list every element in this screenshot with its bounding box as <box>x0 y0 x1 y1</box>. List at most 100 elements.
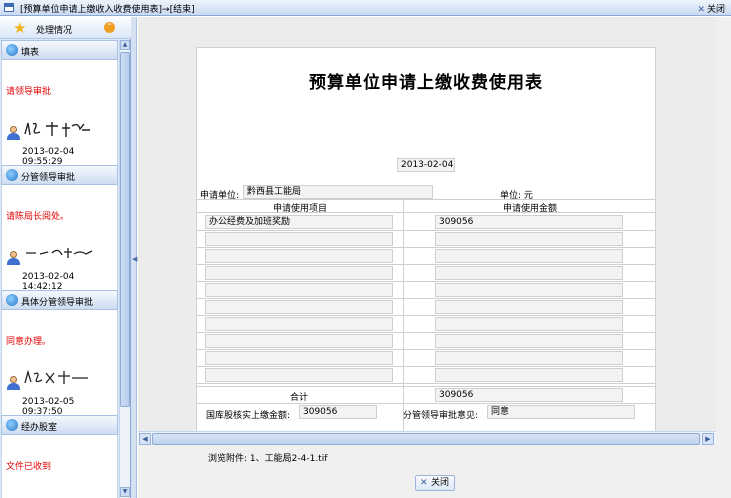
step-body: 同意办理。 2013-02-05 09:37:50 <box>1 310 118 417</box>
window-close-button[interactable]: ✕ 关闭 <box>697 2 725 15</box>
step-list: 填表 请领导审批 2013-02-04 09:55:29 分管领导审批 请陈局长… <box>1 40 118 498</box>
close-icon: ✕ <box>420 478 428 488</box>
row-amount-field[interactable] <box>435 317 623 331</box>
total-label: 合计 <box>290 393 309 403</box>
window-titlebar: [预算单位申请上缴收入收费使用表]→[结束] ✕ 关闭 <box>0 0 731 16</box>
document-hscroll-thumb[interactable] <box>152 433 700 445</box>
step-body: 请陈局长阅处。 2013-02-04 14:42:12 <box>1 185 118 292</box>
row-amount-field[interactable]: 309056 <box>435 215 623 229</box>
step-opinion: 同意办理。 <box>6 337 52 347</box>
table-rule <box>197 281 655 282</box>
total-field[interactable]: 309056 <box>435 388 623 402</box>
processing-panel: ★ 处理情况 ⌃ 填表 请领导审批 2013-02-04 09:55:29 分管… <box>0 17 131 498</box>
table-rule <box>197 403 655 404</box>
table-rule <box>197 332 655 333</box>
step-header[interactable]: 填表 <box>1 40 118 60</box>
step-body: 文件已收到 <box>1 435 118 498</box>
sidebar-scrollbar[interactable]: ▲ ▼ <box>119 40 130 498</box>
collapse-icon[interactable]: ⌃ <box>104 22 115 33</box>
sidebar-scroll-thumb[interactable] <box>120 52 130 407</box>
row-amount-field[interactable] <box>435 368 623 382</box>
column-header-item: 申请使用项目 <box>273 204 328 214</box>
unit-field[interactable]: 黔西县工能局 <box>243 185 433 199</box>
signature-image <box>24 369 88 384</box>
row-item-field[interactable] <box>205 351 393 365</box>
row-amount-field[interactable] <box>435 351 623 365</box>
scroll-up-icon[interactable]: ▲ <box>120 40 130 50</box>
step-time: 2013-02-04 09:55:29 <box>22 147 75 167</box>
form-title: 预算单位申请上缴收费使用表 <box>309 73 543 93</box>
attachments-label: 浏览附件: <box>208 454 248 464</box>
table-rule <box>197 264 655 265</box>
row-amount-field[interactable] <box>435 249 623 263</box>
row-amount-field[interactable] <box>435 300 623 314</box>
table-rule <box>197 315 655 316</box>
step-title: 分管领导审批 <box>21 173 76 183</box>
step-header[interactable]: 经办股室 <box>1 415 118 435</box>
step-opinion: 文件已收到 <box>6 462 52 472</box>
table-rule <box>197 212 655 213</box>
window-title: [预算单位申请上缴收入收费使用表]→[结束] <box>20 5 195 15</box>
row-item-field[interactable] <box>205 334 393 348</box>
signature-image <box>26 248 93 258</box>
globe-icon <box>6 294 18 306</box>
user-icon <box>7 376 20 390</box>
globe-icon <box>6 44 18 56</box>
close-button[interactable]: ✕ 关闭 <box>415 475 455 491</box>
table-rule <box>197 230 655 231</box>
scroll-right-icon[interactable]: ▶ <box>702 433 714 445</box>
table-rule <box>197 383 655 384</box>
row-item-field[interactable] <box>205 368 393 382</box>
table-rule <box>197 298 655 299</box>
row-item-field[interactable] <box>205 232 393 246</box>
row-item-field[interactable] <box>205 300 393 314</box>
step-header[interactable]: 具体分管领导审批 <box>1 290 118 310</box>
step-title: 经办股室 <box>21 423 58 433</box>
scroll-left-icon[interactable]: ◀ <box>139 433 151 445</box>
window-close-label: 关闭 <box>706 5 725 15</box>
attachments-row: 浏览附件: 1、工能局2-4-1.tif <box>208 451 327 464</box>
treasury-field[interactable]: 309056 <box>299 405 377 419</box>
date-field[interactable]: 2013-02-04 <box>397 158 455 172</box>
step-opinion: 请陈局长阅处。 <box>6 212 70 222</box>
row-item-field[interactable]: 办公经费及加班奖励 <box>205 215 393 229</box>
processing-panel-header: ★ 处理情况 ⌃ <box>0 17 131 39</box>
panel-splitter[interactable]: ◀ <box>131 17 137 498</box>
row-item-field[interactable] <box>205 266 393 280</box>
globe-icon <box>6 169 18 181</box>
table-rule <box>197 366 655 367</box>
table-rule <box>197 199 655 200</box>
processing-header-label: 处理情况 <box>36 26 73 36</box>
row-item-field[interactable] <box>205 283 393 297</box>
step-body: 请领导审批 2013-02-04 09:55:29 <box>1 60 118 167</box>
table-rule <box>197 247 655 248</box>
user-icon <box>7 251 20 265</box>
leader-opinion-label: 分管领导审批意见: <box>403 411 479 421</box>
row-amount-field[interactable] <box>435 283 623 297</box>
chevron-left-icon[interactable]: ◀ <box>132 255 137 263</box>
treasury-label: 国库股核实上缴金额: <box>206 411 291 421</box>
attachment-link[interactable]: 1、工能局2-4-1.tif <box>250 454 327 464</box>
step-opinion: 请领导审批 <box>6 87 52 97</box>
column-header-amount: 申请使用金额 <box>503 204 558 214</box>
main-content: 预算单位申请上缴收费使用表 2013-02-04 申请单位: 黔西县工能局 单位… <box>138 17 731 498</box>
row-item-field[interactable] <box>205 317 393 331</box>
row-item-field[interactable] <box>205 249 393 263</box>
user-icon <box>7 126 20 140</box>
table-rule <box>197 386 655 387</box>
step-time: 2013-02-04 14:42:12 <box>22 272 75 292</box>
star-icon: ★ <box>13 19 27 37</box>
close-icon: ✕ <box>697 5 705 15</box>
close-button-label: 关闭 <box>430 478 449 488</box>
row-amount-field[interactable] <box>435 266 623 280</box>
row-amount-field[interactable] <box>435 334 623 348</box>
document-horizontal-scrollbar[interactable]: ◀ ▶ <box>138 431 716 445</box>
step-header[interactable]: 分管领导审批 <box>1 165 118 185</box>
row-amount-field[interactable] <box>435 232 623 246</box>
scroll-down-icon[interactable]: ▼ <box>120 487 130 497</box>
step-title: 具体分管领导审批 <box>21 298 94 308</box>
step-time: 2013-02-05 09:37:50 <box>22 397 75 417</box>
signature-image <box>24 122 90 137</box>
leader-opinion-field[interactable]: 同意 <box>487 405 635 419</box>
globe-icon <box>6 419 18 431</box>
